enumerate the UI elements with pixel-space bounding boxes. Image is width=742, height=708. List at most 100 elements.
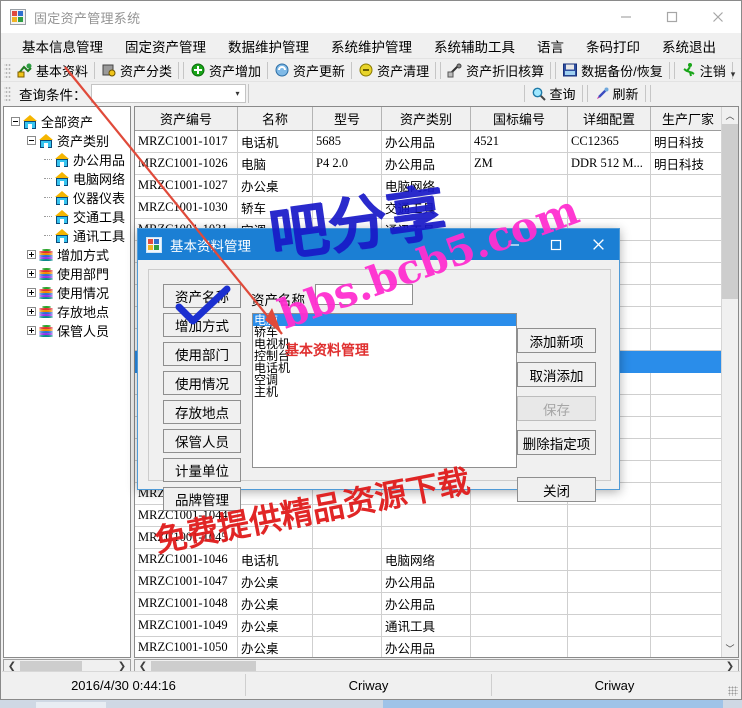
list-item[interactable]: 电话机 [253,362,516,374]
grid-column-header[interactable]: 生产厂家 [650,107,726,131]
menu-item-barcode-print[interactable]: 条码打印 [575,33,651,59]
dialog-category-button[interactable]: 资产名称 [163,284,241,308]
minus-icon[interactable] [27,136,36,145]
scroll-right-icon[interactable]: ❯ [114,661,130,672]
toolbar-logout[interactable]: 注销 [677,60,730,81]
grid-column-header[interactable]: 型号 [312,107,382,131]
plus-icon[interactable] [27,288,36,297]
table-row[interactable]: MRZC1001-1047办公桌办公用品2045/ [135,570,738,593]
toolbar-depreciation[interactable]: 资产折旧核算 [443,60,548,81]
menu-item-system-maintenance[interactable]: 系统维护管理 [320,33,423,59]
dialog-category-button[interactable]: 计量单位 [163,458,241,482]
dialog-category-button[interactable]: 增加方式 [163,313,241,337]
tree-expand-icon[interactable] [24,269,39,278]
plus-icon[interactable] [27,250,36,259]
minus-icon[interactable] [11,117,20,126]
dialog-category-button[interactable]: 使用部门 [163,342,241,366]
scroll-right-icon[interactable]: ❯ [722,661,738,672]
plus-icon[interactable] [27,326,36,335]
tree-node[interactable]: 电脑网络 [8,169,130,188]
toolbar-backup-restore[interactable]: 数据备份/恢复 [558,60,667,81]
dialog-action-button[interactable]: 添加新项 [517,328,596,353]
toolbar-overflow-button[interactable]: ▾ [727,61,739,80]
table-row[interactable]: MRZC1001-1046电话机电脑网络2045/ [135,548,738,571]
tree-node[interactable]: 资产类别 [8,131,130,150]
grid-column-header[interactable]: 资产编号 [135,107,238,131]
table-row[interactable]: MRZC1001-1017电话机5685办公用品4521CC12365明日科技2… [135,130,738,153]
asset-name-listbox[interactable]: 电脑 轿车 电视机 控制台 电话机 空调 主机 [252,313,517,468]
menu-item-system-tools[interactable]: 系统辅助工具 [423,33,526,59]
dialog-category-button[interactable]: 保管人员 [163,429,241,453]
query-toolbar-grip[interactable] [4,85,11,102]
tree-node[interactable]: 使用部門 [8,264,130,283]
grid-column-header[interactable]: 国标编号 [470,107,568,131]
grid-column-header[interactable]: 详细配置 [567,107,651,131]
toolbar-asset-category[interactable]: 资产分类 [97,60,176,81]
tree-expand-icon[interactable] [24,250,39,259]
dialog-category-button[interactable]: 使用情况 [163,371,241,395]
dialog-category-button[interactable]: 存放地点 [163,400,241,424]
close-button[interactable] [695,1,741,33]
list-item[interactable]: 电视机 [253,338,516,350]
grid-vscroll-track[interactable] [722,124,738,640]
dialog-minimize-button[interactable] [493,229,535,260]
list-item[interactable]: 轿车 [253,326,516,338]
menu-item-exit[interactable]: 系统退出 [651,33,727,59]
scroll-left-icon[interactable]: ❮ [135,661,151,672]
tree-node[interactable]: 保管人员 [8,321,130,340]
query-search-button[interactable]: 查询 [527,83,580,104]
tree-collapse-icon[interactable] [8,117,23,126]
menu-item-fixed-assets[interactable]: 固定资产管理 [114,33,217,59]
list-item[interactable]: 控制台 [253,350,516,362]
tree-collapse-icon[interactable] [24,136,39,145]
list-item[interactable]: 空调 [253,374,516,386]
dialog-maximize-button[interactable] [535,229,577,260]
menu-item-basic-info[interactable]: 基本信息管理 [11,33,114,59]
resize-grip[interactable] [728,686,738,696]
query-keyword-input[interactable] [247,84,348,103]
tree-expand-icon[interactable] [24,288,39,297]
toolbar-asset-add[interactable]: 资产增加 [186,60,265,81]
toolbar-asset-update[interactable]: 资产更新 [270,60,349,81]
menu-item-data-maintenance[interactable]: 数据维护管理 [217,33,320,59]
grid-column-header[interactable]: 资产类别 [381,107,471,131]
scroll-down-icon[interactable]: ﹀ [722,640,738,657]
toolbar-asset-clear[interactable]: 资产清理 [354,60,433,81]
scroll-left-icon[interactable]: ❮ [4,661,20,672]
dialog-action-button[interactable]: 删除指定项 [517,430,596,455]
dialog-action-button[interactable]: 取消添加 [517,362,596,387]
list-item[interactable]: 电脑 [253,314,516,326]
tree-expand-icon[interactable] [24,326,39,335]
table-row[interactable]: MRZC1001-1050办公桌办公用品2001/ [135,636,738,657]
grid-column-header[interactable]: 名称 [237,107,313,131]
toolbar-grip[interactable] [4,61,11,79]
dialog-close-button[interactable] [577,229,619,260]
tree-expand-icon[interactable] [24,307,39,316]
plus-icon[interactable] [27,269,36,278]
table-row[interactable]: MRZC1001-1030轿车交通工具2045/ [135,196,738,219]
table-row[interactable]: MRZC1001-10452045/ [135,526,738,549]
plus-icon[interactable] [27,307,36,316]
table-row[interactable]: MRZC1001-1048办公桌办公用品2045/ [135,592,738,615]
tree-node[interactable]: 通讯工具 [8,226,130,245]
menu-item-language[interactable]: 语言 [526,33,575,59]
tree-node[interactable]: 仪器仪表 [8,188,130,207]
query-condition-select[interactable]: ▾ [90,84,246,103]
asset-name-input[interactable] [315,284,413,305]
tree-node[interactable]: 增加方式 [8,245,130,264]
tree-node[interactable]: 使用情况 [8,283,130,302]
table-row[interactable]: MRZC1001-1026 电脑 P4 2.0 办公用品 ZM DDR 512 M... 明… [135,152,738,175]
table-row[interactable]: MRZC1001-1049办公桌通讯工具2045/ [135,614,738,637]
table-row[interactable]: MRZC1001-1027办公桌电脑网络2045/ [135,174,738,197]
grid-vscroll-thumb[interactable] [722,124,738,299]
tree-node[interactable]: 存放地点 [8,302,130,321]
tree-node[interactable]: 全部资产 [8,112,130,131]
grid-vscrollbar[interactable]: ︿ ﹀ [721,107,738,657]
minimize-button[interactable] [603,1,649,33]
query-refresh-button[interactable]: 刷新 [590,83,643,104]
dialog-category-button[interactable]: 品牌管理 [163,487,241,511]
list-item[interactable]: 主机 [253,386,516,398]
dialog-action-button[interactable]: 关闭 [517,477,596,502]
maximize-button[interactable] [649,1,695,33]
toolbar-basic-data[interactable]: 基本资料 [13,60,92,81]
